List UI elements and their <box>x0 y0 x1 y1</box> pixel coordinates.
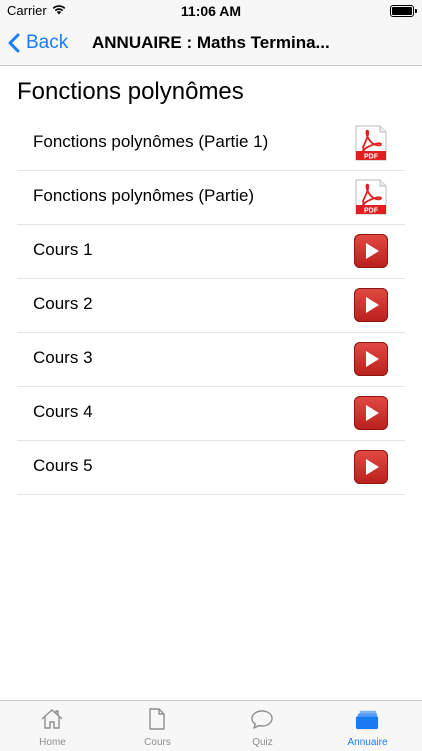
list-item[interactable]: Cours 2 <box>17 279 405 333</box>
play-icon[interactable] <box>354 288 388 322</box>
tab-home[interactable]: Home <box>0 701 105 751</box>
list-item[interactable]: Fonctions polynômes (Partie) PDF <box>17 171 405 225</box>
list-item-label: Cours 5 <box>33 456 93 475</box>
status-bar: Carrier 11:06 AM <box>0 0 422 22</box>
clock: 11:06 AM <box>180 3 242 19</box>
page-title: ANNUAIRE : Maths Termina... <box>92 33 330 52</box>
play-icon[interactable] <box>354 234 388 268</box>
list-item[interactable]: Cours 3 <box>17 333 405 387</box>
tab-cours[interactable]: Cours <box>105 701 210 751</box>
pdf-badge-text: PDF <box>364 208 379 215</box>
battery-icon <box>390 5 417 17</box>
tab-label: Annuaire <box>347 737 388 748</box>
list-item-label: Cours 3 <box>33 348 93 367</box>
tab-bar: Home Cours Quiz Annuaire <box>0 700 422 751</box>
play-icon[interactable] <box>354 342 388 376</box>
list-item[interactable]: Cours 4 <box>17 387 405 441</box>
chat-bubble-icon <box>251 710 273 729</box>
tab-label: Home <box>39 737 66 748</box>
folder-stack-icon <box>355 710 379 730</box>
tab-annuaire[interactable]: Annuaire <box>315 701 420 751</box>
pdf-icon[interactable]: PDF <box>353 179 389 215</box>
list-item[interactable]: Cours 1 <box>17 225 405 279</box>
list-item-label: Cours 1 <box>33 240 93 259</box>
pdf-badge-text: PDF <box>364 154 379 161</box>
tab-label: Cours <box>144 737 171 748</box>
list-item-label: Fonctions polynômes (Partie) <box>33 186 255 205</box>
play-icon[interactable] <box>354 396 388 430</box>
list-item[interactable]: Cours 5 <box>17 441 405 495</box>
list-item-label: Fonctions polynômes (Partie 1) <box>33 132 269 151</box>
play-icon[interactable] <box>354 450 388 484</box>
chevron-left-icon <box>8 33 20 53</box>
home-icon <box>41 709 63 729</box>
pdf-icon[interactable]: PDF <box>353 125 389 161</box>
navigation-bar: Back ANNUAIRE : Maths Termina... <box>0 22 422 66</box>
tab-quiz[interactable]: Quiz <box>210 701 315 751</box>
tab-label: Quiz <box>252 737 273 748</box>
list-item-label: Cours 4 <box>33 402 93 421</box>
document-list: Fonctions polynômes (Partie 1) PDF Fonct… <box>17 117 405 495</box>
back-button[interactable]: Back <box>8 31 68 55</box>
list-item-label: Cours 2 <box>33 294 93 313</box>
back-label: Back <box>26 32 69 53</box>
document-icon <box>149 708 165 730</box>
section-title: Fonctions polynômes <box>17 78 244 105</box>
list-item[interactable]: Fonctions polynômes (Partie 1) PDF <box>17 117 405 171</box>
